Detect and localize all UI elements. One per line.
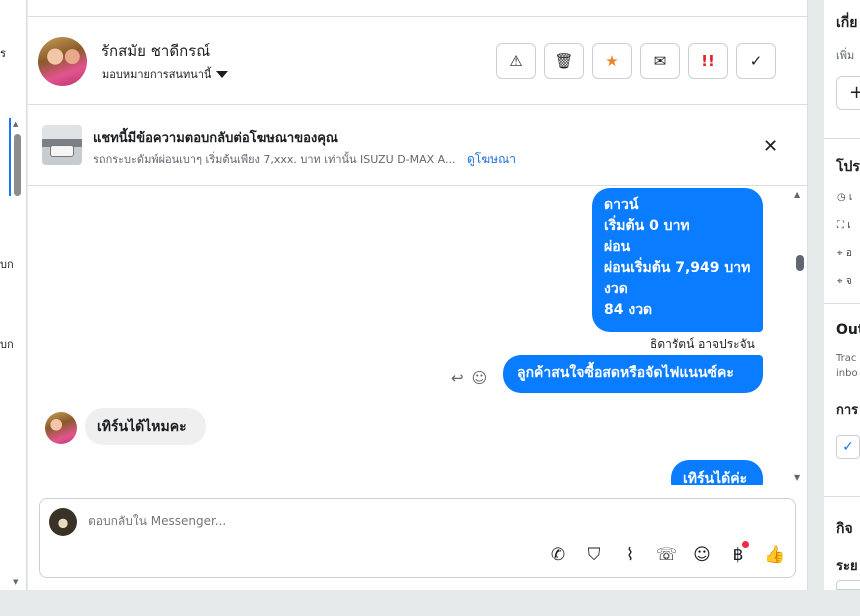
page-avatar xyxy=(49,508,77,536)
ad-banner-title: แชทนี้มีข้อความตอบกลับต่อโฆษณาของคุณ xyxy=(93,131,338,146)
left-conversation-list: ร ▲ บก บก ▼ xyxy=(0,0,27,590)
scroll-down-arrow[interactable]: ▼ xyxy=(13,578,18,586)
baht-icon[interactable]: ฿ xyxy=(728,541,749,565)
about-section-title: เกี่ย xyxy=(836,15,858,31)
message-thread: ดาวน์ เริ่มต้น 0 บาท ผ่อน ผ่อนเริ่มต้น 7… xyxy=(28,187,807,485)
priority-button[interactable]: !! xyxy=(688,43,728,79)
list-fragment: บก xyxy=(0,258,14,271)
message-composer: ✆ ⛉ ⌇ ☏ ☺ ฿ 👍 xyxy=(39,498,796,578)
contact-name[interactable]: รักสมัย ชาดีกรณ์ xyxy=(101,39,210,63)
view-ad-link[interactable]: ดูโฆษณา xyxy=(467,152,516,166)
contact-details-panel: เกี่ย เพิ่ม + โปร ◷ เ ⛶ เ ⌖ อ ⌖ จ Out Tr… xyxy=(824,0,860,590)
outgoing-message[interactable]: เทิร์นได้ค่ะ xyxy=(671,460,763,485)
mark-done-button[interactable]: ✓ xyxy=(736,43,776,79)
ad-description: รถกระบะดัมพ์ผ่อนเบาๆ เริ่มต้นเพียง 7,xxx… xyxy=(93,153,456,166)
message-actions: ↩ ☺ xyxy=(451,369,487,387)
assign-label: มอบหมายการสนทนานี้ xyxy=(102,68,212,81)
chat-header: รักสมัย ชาดีกรณ์ มอบหมายการสนทนานี้ ⚠ 🗑 … xyxy=(28,17,807,105)
contact-avatar-small xyxy=(45,412,77,444)
mark-unread-button[interactable]: ✉ xyxy=(640,43,680,79)
message-line: ผ่อน xyxy=(604,239,631,255)
divider xyxy=(824,303,860,304)
checkbox[interactable]: ✓ xyxy=(836,435,860,459)
paperclip-icon[interactable]: ⌇ xyxy=(620,545,640,565)
message-line: ผ่อนเริ่มต้น 7,949 บาท xyxy=(604,260,751,276)
location-icon: ⌖ จ xyxy=(837,276,852,287)
message-line: ดาวน์ xyxy=(604,197,639,213)
outcome-description: inbo xyxy=(836,368,858,379)
thread-scroll-up[interactable]: ▲ xyxy=(794,190,800,199)
contact-avatar[interactable] xyxy=(38,37,87,86)
sender-name: ธิดารัตน์ อาจประจัน xyxy=(650,337,755,351)
message-line: 84 งวด xyxy=(604,302,653,318)
shopping-bag-icon[interactable]: ⛉ xyxy=(584,545,604,565)
clock-icon: ◷ เ xyxy=(837,192,853,203)
emoji-react-icon[interactable]: ☺ xyxy=(472,369,488,387)
outgoing-message[interactable]: ลูกค้าสนใจซื้อสดหรือจัดไฟแนนซ์คะ xyxy=(503,355,763,393)
delete-button[interactable]: 🗑 xyxy=(544,43,584,79)
warning-icon: ⚠ xyxy=(509,52,523,70)
chat-panel: รักสมัย ชาดีกรณ์ มอบหมายการสนทนานี้ ⚠ 🗑 … xyxy=(28,0,808,590)
message-line: งวด xyxy=(604,281,628,297)
divider xyxy=(824,496,860,497)
reply-input[interactable] xyxy=(88,514,588,528)
outgoing-message[interactable]: ดาวน์ เริ่มต้น 0 บาท ผ่อน ผ่อนเริ่มต้น 7… xyxy=(592,188,763,332)
ad-reply-banner: แชทนี้มีข้อความตอบกลับต่อโฆษณาของคุณ รถก… xyxy=(28,106,807,186)
divider xyxy=(824,138,860,139)
emoji-icon[interactable]: ☺ xyxy=(692,545,712,565)
notification-dot xyxy=(742,541,749,548)
thread-scroll-down[interactable]: ▼ xyxy=(794,473,800,482)
envelope-open-icon: ✉ xyxy=(653,52,667,70)
outcome-label: การ xyxy=(836,403,859,418)
thread-scrollbar[interactable] xyxy=(796,255,804,271)
outcome-section-title: Out xyxy=(836,322,860,338)
profile-section-title: โปร xyxy=(836,159,860,175)
trash-icon: 🗑 xyxy=(554,52,574,70)
thumbs-up-icon[interactable]: 👍 xyxy=(764,545,785,565)
caret-down-icon xyxy=(216,70,229,78)
reply-icon[interactable]: ↩ xyxy=(451,369,464,387)
star-button[interactable]: ★ xyxy=(592,43,632,79)
chat-bubble-icon[interactable]: ☏ xyxy=(656,545,677,565)
checkmark-icon: ✓ xyxy=(749,52,763,70)
message-line: เริ่มต้น 0 บาท xyxy=(604,218,690,234)
star-icon: ★ xyxy=(605,52,619,70)
select-box[interactable] xyxy=(836,580,860,590)
close-icon[interactable]: ✕ xyxy=(763,136,778,157)
location-icon: ⌖ อ xyxy=(837,248,852,259)
list-fragment: ร xyxy=(0,47,6,60)
selection-indicator xyxy=(9,118,11,196)
assign-conversation-dropdown[interactable]: มอบหมายการสนทนานี้ xyxy=(102,65,229,83)
header-actions: ⚠ 🗑 ★ ✉ !! ✓ xyxy=(496,43,776,79)
scroll-up-arrow[interactable]: ▲ xyxy=(13,120,18,128)
add-label: เพิ่ม xyxy=(836,49,855,62)
list-scrollbar[interactable] xyxy=(14,134,21,196)
graduation-icon: ⛶ เ xyxy=(837,220,851,231)
incoming-message[interactable]: เทิร์นได้ไหมคะ xyxy=(85,408,206,445)
activity-section-title: กิจ xyxy=(836,521,853,537)
add-button[interactable]: + xyxy=(836,76,860,110)
outcome-description: Trac xyxy=(836,353,857,364)
mark-spam-button[interactable]: ⚠ xyxy=(496,43,536,79)
ad-thumbnail[interactable] xyxy=(42,125,82,165)
ad-banner-subtitle: รถกระบะดัมพ์ผ่อนเบาๆ เริ่มต้นเพียง 7,xxx… xyxy=(93,150,516,169)
phone-add-icon[interactable]: ✆ xyxy=(548,545,568,565)
activity-label: ระย xyxy=(836,559,858,574)
priority-icon: !! xyxy=(701,52,715,70)
composer-toolbar: ✆ ⛉ ⌇ ☏ ☺ ฿ 👍 xyxy=(548,541,785,565)
list-fragment: บก xyxy=(0,338,14,351)
